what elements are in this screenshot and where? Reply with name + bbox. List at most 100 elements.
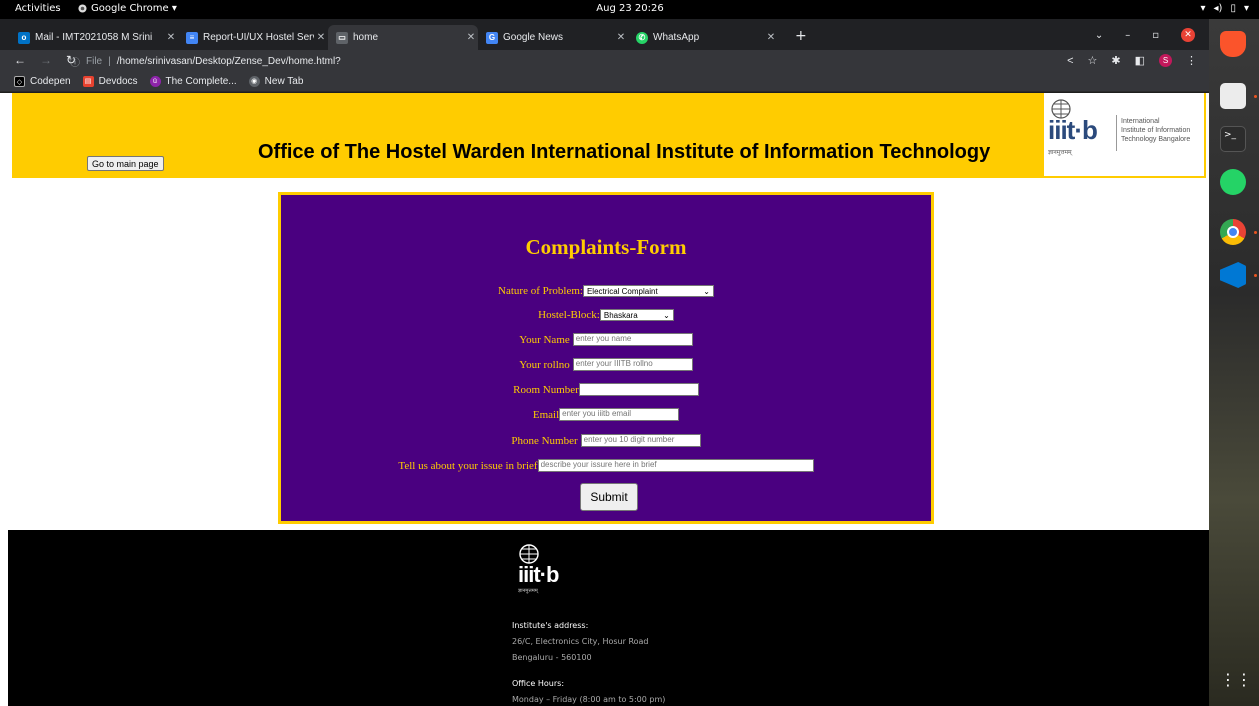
close-icon[interactable]: ✕ [164, 32, 178, 43]
bookmarks-bar: ◇ Codepen ▤ Devdocs ü The Complete... ◉ … [0, 72, 1209, 92]
tab-title: Google News [503, 32, 564, 43]
volume-icon: ◂) [1213, 3, 1223, 14]
browser-toolbar: ← → ↻ ⓘ File | /home/srinivasan/Desktop/… [0, 50, 1209, 72]
phone-row: Phone Number enter you 10 digit number [281, 434, 931, 447]
address-heading: Institute's address: [512, 621, 589, 630]
url-text: /home/srinivasan/Desktop/Zense_Dev/home.… [116, 55, 341, 67]
new-tab-button[interactable]: + [795, 28, 807, 44]
email-input[interactable]: enter you iiitb email [559, 408, 680, 421]
bookmark-new-tab[interactable]: ◉ New Tab [248, 76, 303, 87]
codepen-icon: ◇ [14, 76, 25, 87]
tab-google-news[interactable]: G Google News ✕ [478, 25, 628, 50]
chrome-icon[interactable] [1220, 219, 1246, 245]
chrome-small-icon [78, 4, 87, 13]
globe-icon [519, 544, 539, 564]
tab-report[interactable]: ≡ Report-UI/UX Hostel Serv ✕ [178, 25, 328, 50]
footer-logo-motto: ज्ञानमुत्तमम् [518, 588, 538, 594]
clock[interactable]: Aug 23 20:26 [590, 3, 670, 14]
tab-home[interactable]: ▭ home ✕ [328, 25, 478, 50]
app-grid-icon[interactable]: ⋮⋮ [1220, 669, 1252, 695]
maximize-icon[interactable]: ▫ [1152, 30, 1159, 41]
whatsapp-icon[interactable] [1220, 169, 1246, 195]
email-row: Email enter you iiitb email [281, 408, 931, 421]
bookmark-star-icon[interactable]: ☆ [1088, 54, 1098, 67]
name-input[interactable]: enter you name [572, 333, 693, 346]
room-label: Room Number [513, 383, 579, 396]
app-menu[interactable]: Google Chrome ▾ [78, 3, 177, 14]
submit-button[interactable]: Submit [580, 483, 638, 511]
terminal-icon[interactable]: >_ [1220, 126, 1246, 152]
globe-icon: ◉ [248, 76, 260, 87]
activities-button[interactable]: Activities [15, 3, 61, 14]
page-viewport: Go to main page Office of The Hostel War… [0, 93, 1209, 706]
logo-caption: International Institute of Information T… [1121, 118, 1191, 143]
close-window-icon[interactable]: ✕ [1181, 28, 1195, 42]
google-news-icon: G [486, 31, 498, 44]
footer-info: Institute's address: 26/C, Electronics C… [512, 618, 665, 706]
kebab-menu-icon[interactable]: ⋮ [1186, 54, 1197, 67]
vscode-icon[interactable] [1220, 262, 1246, 288]
brave-icon[interactable] [1220, 31, 1246, 57]
files-icon[interactable] [1220, 83, 1246, 109]
problem-label: Nature of Problem: [498, 285, 583, 297]
block-select[interactable]: Bhaskara ⌄ [599, 309, 674, 321]
gnome-top-bar: Activities Google Chrome ▾ Aug 23 20:26 … [0, 0, 1259, 19]
address-bar[interactable]: ⓘ File | /home/srinivasan/Desktop/Zense_… [70, 53, 1070, 69]
close-icon[interactable]: ✕ [614, 32, 628, 43]
app-menu-label: Google Chrome ▾ [91, 3, 177, 14]
email-label: Email [532, 408, 560, 421]
issue-input[interactable]: describe your issure here in brief [537, 459, 814, 472]
chevron-down-icon: ⌄ [663, 310, 670, 320]
form-title: Complaints-Form [525, 235, 687, 259]
outlook-icon: o [18, 31, 30, 44]
desktop: Activities Google Chrome ▾ Aug 23 20:26 … [0, 0, 1259, 706]
bookmark-the-complete[interactable]: ü The Complete... [149, 76, 237, 87]
whatsapp-icon: ✆ [636, 31, 648, 44]
close-icon[interactable]: ✕ [314, 32, 328, 43]
tab-title: Report-UI/UX Hostel Serv [203, 32, 314, 43]
wifi-icon: ▾ [1200, 3, 1206, 14]
close-icon[interactable]: ✕ [764, 32, 778, 43]
complaints-form: Complaints-Form Nature of Problem: Elect… [278, 192, 934, 524]
battery-icon: ▯ [1230, 3, 1236, 14]
footer-logo: iiit·b ज्ञानमुत्तमम् [518, 544, 598, 594]
tab-mail[interactable]: o Mail - IMT2021058 M Srini ✕ [10, 25, 178, 50]
url-scheme: File [86, 55, 103, 67]
close-icon[interactable]: ✕ [464, 32, 478, 43]
forward-icon[interactable]: → [40, 53, 52, 67]
problem-row: Nature of Problem: Electrical Complaint … [281, 285, 931, 297]
minimize-icon[interactable]: – [1125, 30, 1130, 41]
block-label: Hostel-Block: [538, 309, 600, 321]
room-input[interactable] [578, 383, 699, 396]
tab-title: home [353, 32, 379, 43]
extensions-icon[interactable]: ✱ [1111, 54, 1120, 67]
site-footer: iiit·b ज्ञानमुत्तमम् Institute's address… [8, 530, 1209, 706]
share-icon[interactable]: < [1067, 55, 1073, 67]
profile-avatar[interactable]: S [1159, 54, 1172, 67]
side-panel-icon[interactable]: ◧ [1135, 54, 1145, 67]
info-icon[interactable]: ⓘ [70, 54, 80, 69]
footer-logo-wordmark: iiit·b [518, 562, 559, 587]
name-row: Your Name enter you name [281, 333, 931, 346]
block-row: Hostel-Block: Bhaskara ⌄ [281, 309, 931, 321]
tab-search-icon[interactable]: ⌄ [1095, 30, 1103, 41]
rollno-input[interactable]: enter your IIITB rollno [572, 358, 693, 371]
problem-select[interactable]: Electrical Complaint ⌄ [582, 285, 714, 297]
toolbar-actions: < ☆ ✱ ◧ S ⋮ [1067, 54, 1197, 67]
bookmark-devdocs[interactable]: ▤ Devdocs [82, 76, 138, 87]
hours-line: Monday – Friday (8:00 am to 5:00 pm) [512, 695, 666, 704]
iiitb-logo: iiit·b International Institute of Inform… [1044, 93, 1204, 176]
system-tray[interactable]: ▾ ◂) ▯ ▾ [1201, 3, 1250, 14]
issue-row: Tell us about your issue in brief descri… [281, 459, 931, 472]
phone-input[interactable]: enter you 10 digit number [580, 434, 701, 447]
chevron-down-icon: ⌄ [703, 286, 710, 296]
tab-title: WhatsApp [653, 32, 700, 43]
phone-label: Phone Number [511, 434, 578, 447]
tab-strip: o Mail - IMT2021058 M Srini ✕ ≡ Report-U… [0, 19, 1209, 50]
go-to-main-page-button[interactable]: Go to main page [87, 156, 164, 171]
issue-label: Tell us about your issue in brief [398, 459, 538, 472]
back-icon[interactable]: ← [14, 53, 26, 67]
tab-whatsapp[interactable]: ✆ WhatsApp ✕ [628, 25, 778, 50]
site-header: Go to main page Office of The Hostel War… [12, 93, 1206, 178]
bookmark-codepen[interactable]: ◇ Codepen [14, 76, 71, 87]
